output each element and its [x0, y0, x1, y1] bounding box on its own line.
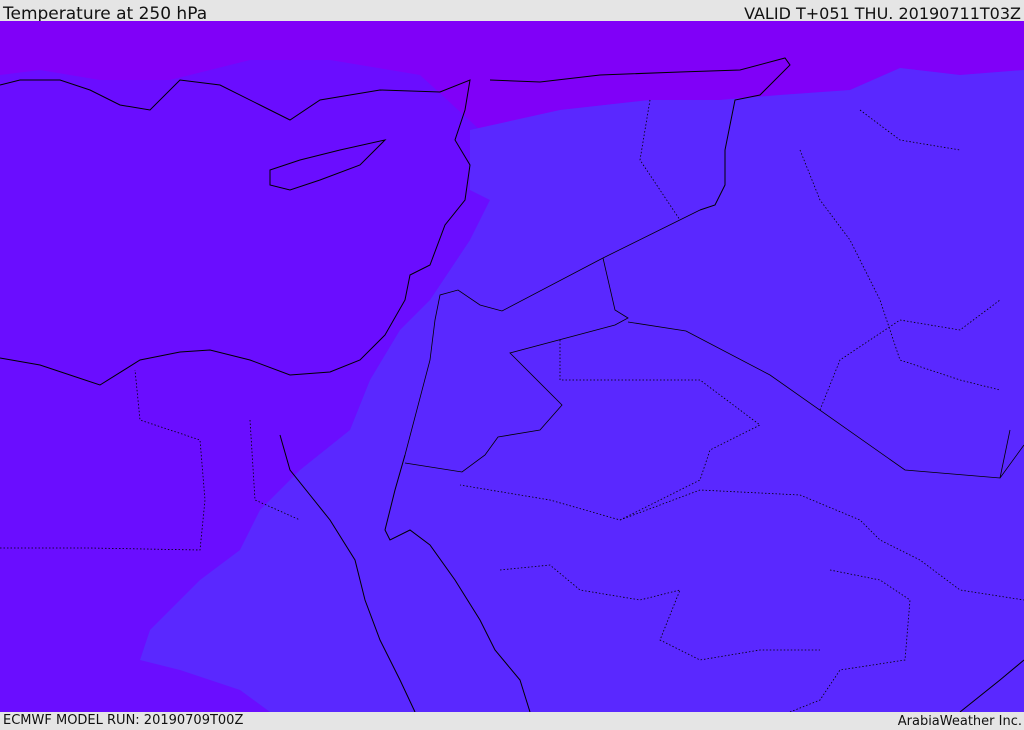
brand-credit: ArabiaWeather Inc. — [897, 714, 1022, 729]
footer-bar: ECMWF MODEL RUN: 20190709T00Z ArabiaWeat… — [0, 712, 1024, 729]
temperature-map — [0, 21, 1024, 712]
model-run: ECMWF MODEL RUN: 20190709T00Z — [3, 713, 244, 728]
header-bar: Temperature at 250 hPa VALID T+051 THU. … — [0, 0, 1024, 24]
